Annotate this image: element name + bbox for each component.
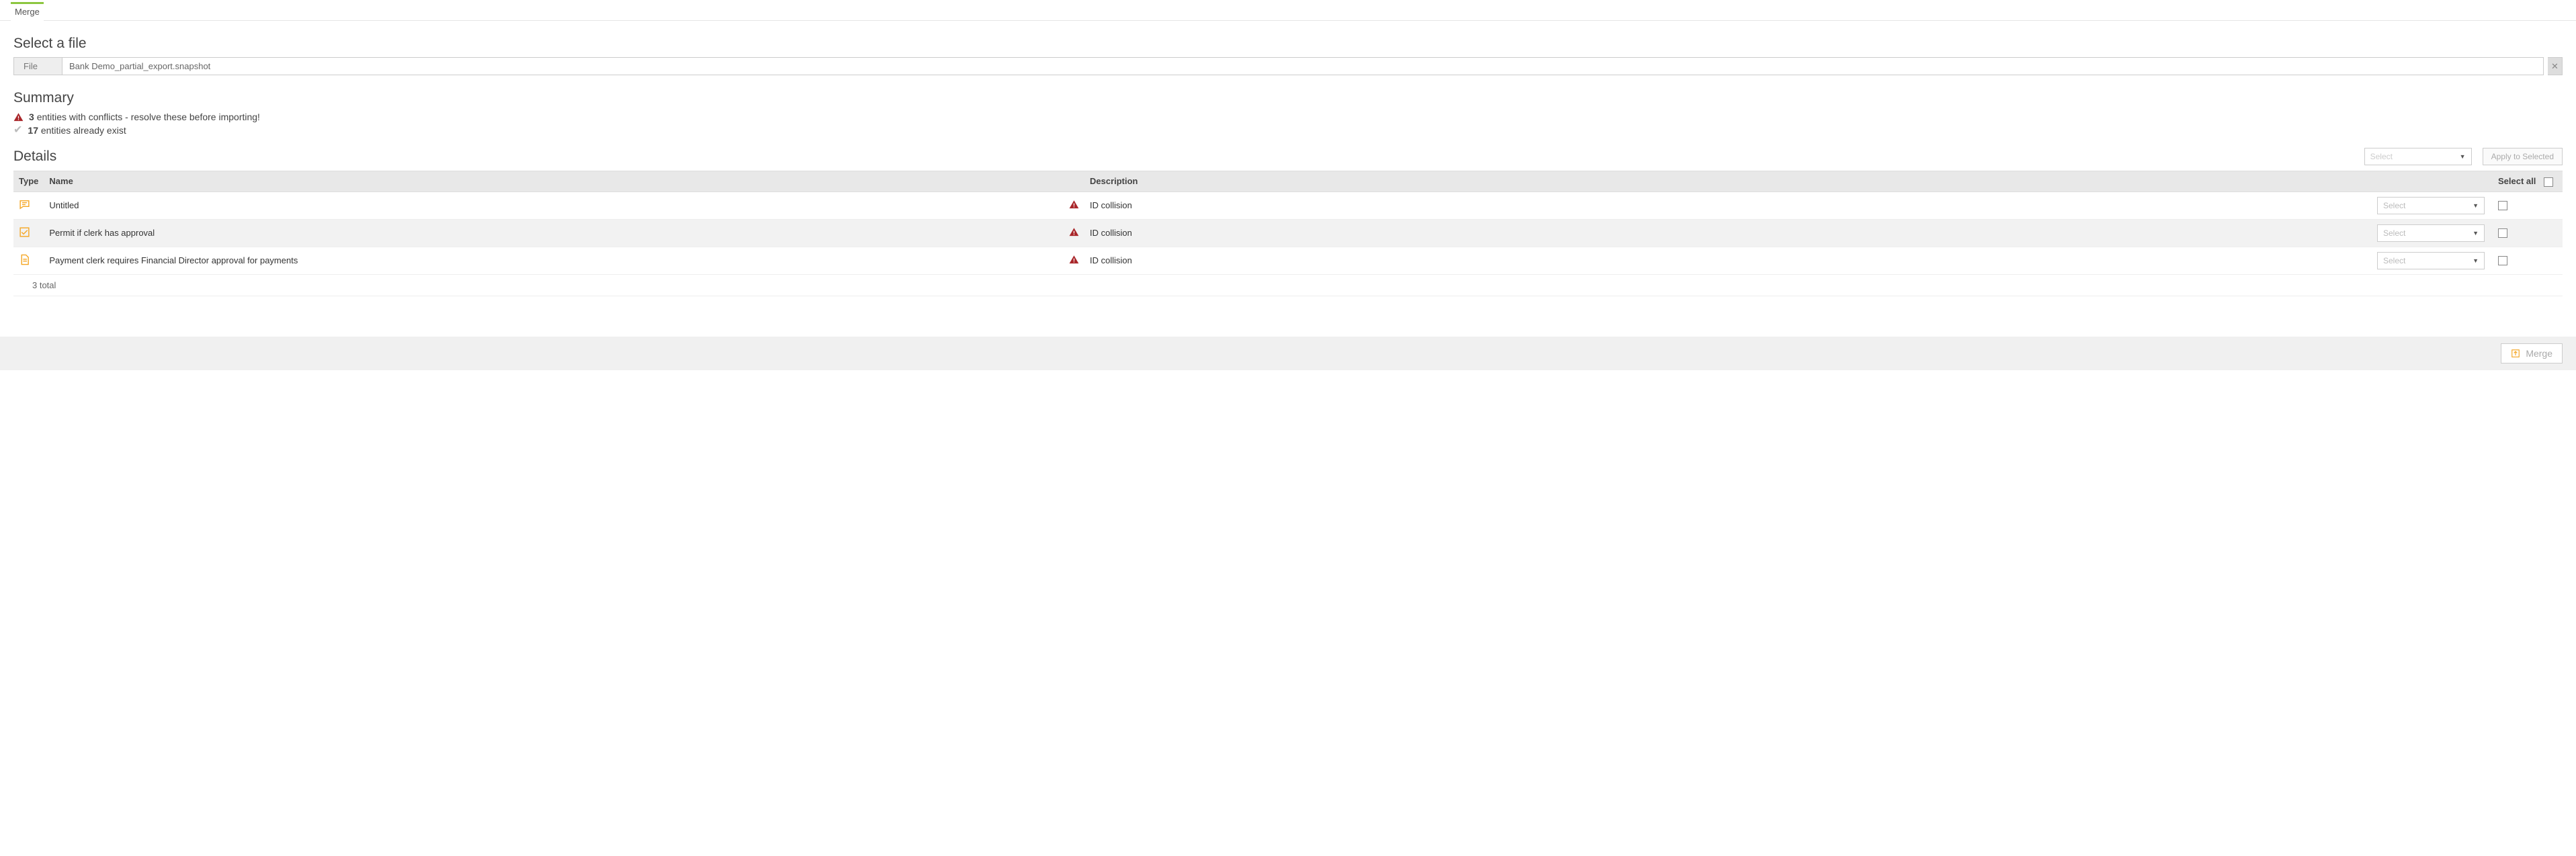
existing-count: 17 xyxy=(28,125,38,136)
chevron-down-icon: ▼ xyxy=(2473,202,2479,209)
summary-conflicts-line: 3 entities with conflicts - resolve thes… xyxy=(13,112,2563,122)
warning-icon xyxy=(1069,227,1079,237)
row-name: Payment clerk requires Financial Directo… xyxy=(44,247,1064,274)
select-all-checkbox[interactable] xyxy=(2544,177,2553,187)
file-label: File xyxy=(13,57,62,75)
bulk-action-select[interactable]: Select ▼ xyxy=(2364,148,2472,165)
row-checkbox[interactable] xyxy=(2498,201,2507,210)
tab-bar: Merge xyxy=(0,1,2576,21)
close-icon: ✕ xyxy=(2551,61,2559,72)
table-total: 3 total xyxy=(13,275,2563,296)
merge-button-label: Merge xyxy=(2526,348,2552,359)
tab-merge[interactable]: Merge xyxy=(11,2,44,21)
message-icon xyxy=(19,199,30,210)
col-header-description: Description xyxy=(1084,171,2372,192)
summary-existing-line: ✔ 17 entities already exist xyxy=(13,125,2563,136)
row-description: ID collision xyxy=(1084,247,2372,274)
row-action-select[interactable]: Select ▼ xyxy=(2377,224,2485,242)
bottom-bar: Merge xyxy=(0,337,2576,370)
row-description: ID collision xyxy=(1084,219,2372,247)
row-description: ID collision xyxy=(1084,191,2372,219)
conflict-count: 3 xyxy=(29,112,34,122)
file-input[interactable]: Bank Demo_partial_export.snapshot xyxy=(62,57,2544,75)
chevron-down-icon: ▼ xyxy=(2473,257,2479,264)
row-checkbox[interactable] xyxy=(2498,228,2507,238)
warning-icon xyxy=(13,112,24,122)
row-name: Untitled xyxy=(44,191,1064,219)
conflict-text: entities with conflicts - resolve these … xyxy=(37,112,260,122)
col-header-type: Type xyxy=(13,171,44,192)
warning-icon xyxy=(1069,200,1079,210)
row-action-select[interactable]: Select ▼ xyxy=(2377,197,2485,214)
col-header-name: Name xyxy=(44,171,1064,192)
checklist-icon xyxy=(19,226,30,238)
row-checkbox[interactable] xyxy=(2498,256,2507,265)
chevron-down-icon: ▼ xyxy=(2460,153,2466,160)
document-icon xyxy=(19,254,30,265)
bulk-action-placeholder: Select xyxy=(2370,152,2393,161)
table-row: Permit if clerk has approval ID collisio… xyxy=(13,219,2563,247)
select-file-heading: Select a file xyxy=(13,36,2563,52)
warning-icon xyxy=(1069,255,1079,265)
row-action-placeholder: Select xyxy=(2383,256,2405,265)
row-action-placeholder: Select xyxy=(2383,228,2405,238)
apply-to-selected-button[interactable]: Apply to Selected xyxy=(2483,148,2563,165)
details-table: Type Name Description Select all Untitle… xyxy=(13,171,2563,275)
col-header-select-all: Select all xyxy=(2498,176,2536,186)
check-icon: ✔ xyxy=(13,125,22,136)
merge-icon xyxy=(2511,349,2520,358)
summary-heading: Summary xyxy=(13,90,2563,106)
row-action-placeholder: Select xyxy=(2383,201,2405,210)
file-clear-button[interactable]: ✕ xyxy=(2548,57,2563,75)
table-row: Payment clerk requires Financial Directo… xyxy=(13,247,2563,274)
merge-button[interactable]: Merge xyxy=(2501,343,2563,363)
row-action-select[interactable]: Select ▼ xyxy=(2377,252,2485,269)
table-row: Untitled ID collision Select ▼ xyxy=(13,191,2563,219)
row-name: Permit if clerk has approval xyxy=(44,219,1064,247)
existing-text: entities already exist xyxy=(41,125,126,136)
chevron-down-icon: ▼ xyxy=(2473,230,2479,237)
details-heading: Details xyxy=(13,148,56,165)
